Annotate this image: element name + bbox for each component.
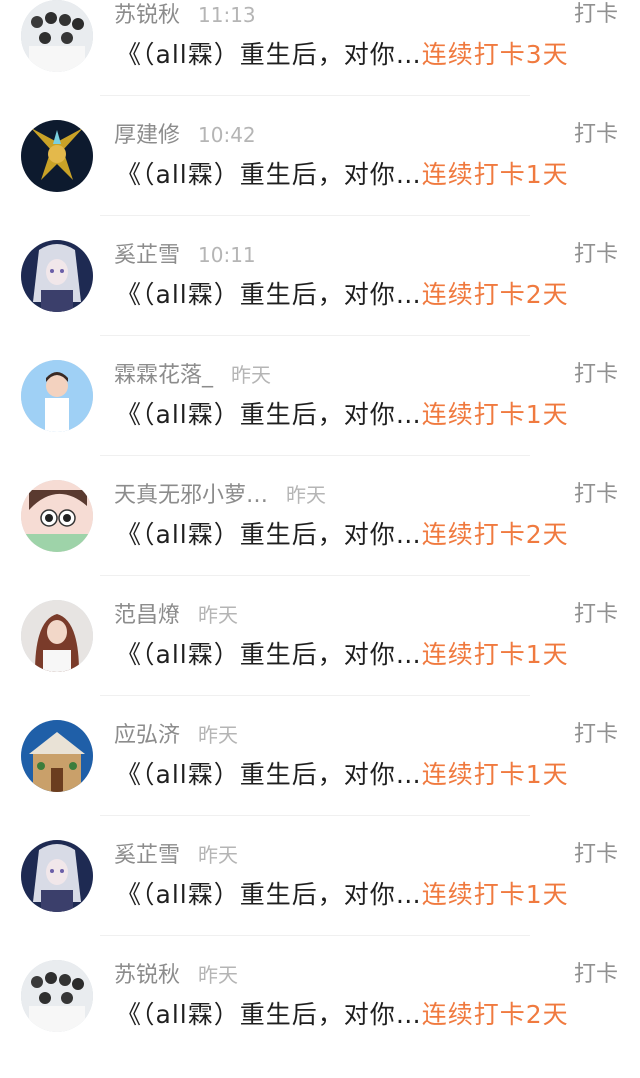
user-name[interactable]: 应弘济 bbox=[114, 723, 180, 748]
book-title[interactable]: 《（all霖）重生后，对你… bbox=[116, 520, 422, 549]
post-time: 昨天 bbox=[198, 603, 239, 627]
user-name[interactable]: 天真无邪小萝… bbox=[114, 483, 268, 508]
user-name[interactable]: 霖霖花落_ bbox=[114, 363, 213, 388]
item-meta: 天真无邪小萝… 昨天 bbox=[114, 480, 326, 510]
book-title[interactable]: 《（all霖）重生后，对你… bbox=[116, 400, 422, 429]
feed-item[interactable]: 奚芷雪 昨天 打卡 《（all霖）重生后，对你…连续打卡1天 bbox=[0, 838, 640, 958]
user-name[interactable]: 范昌燎 bbox=[114, 603, 180, 628]
user-name[interactable]: 奚芷雪 bbox=[114, 843, 180, 868]
divider bbox=[100, 455, 530, 456]
user-name[interactable]: 奚芷雪 bbox=[114, 243, 180, 268]
post-time: 11:13 bbox=[198, 3, 256, 27]
checkin-line[interactable]: 《（all霖）重生后，对你…连续打卡1天 bbox=[116, 878, 620, 912]
streak-text: 连续打卡1天 bbox=[421, 880, 569, 909]
item-meta: 苏锐秋 昨天 bbox=[114, 960, 238, 990]
streak-text: 连续打卡2天 bbox=[421, 1000, 569, 1029]
post-time: 10:11 bbox=[198, 243, 256, 267]
checkin-line[interactable]: 《（all霖）重生后，对你…连续打卡2天 bbox=[116, 518, 620, 552]
divider bbox=[100, 695, 530, 696]
book-title[interactable]: 《（all霖）重生后，对你… bbox=[116, 160, 422, 189]
checkin-tag: 打卡 bbox=[573, 242, 618, 267]
feed-item[interactable]: 范昌燎 昨天 打卡 《（all霖）重生后，对你…连续打卡1天 bbox=[0, 598, 640, 718]
streak-text: 连续打卡3天 bbox=[421, 40, 569, 69]
item-meta: 奚芷雪 昨天 bbox=[114, 840, 238, 870]
feed-item[interactable]: 苏锐秋 昨天 打卡 《（all霖）重生后，对你…连续打卡2天 bbox=[0, 958, 640, 1078]
book-title[interactable]: 《（all霖）重生后，对你… bbox=[116, 640, 422, 669]
book-title[interactable]: 《（all霖）重生后，对你… bbox=[116, 880, 422, 909]
streak-text: 连续打卡1天 bbox=[421, 760, 569, 789]
woman-photo-avatar[interactable] bbox=[21, 600, 93, 672]
post-time: 昨天 bbox=[198, 723, 239, 747]
book-title[interactable]: 《（all霖）重生后，对你… bbox=[116, 1000, 422, 1029]
user-name[interactable]: 苏锐秋 bbox=[114, 963, 180, 988]
checkin-tag: 打卡 bbox=[573, 482, 618, 507]
divider bbox=[100, 215, 530, 216]
gingerbread-house-avatar[interactable] bbox=[21, 720, 93, 792]
checkin-feed: 苏锐秋 11:13 打卡 《（all霖）重生后，对你…连续打卡3天 厚建修 10:4… bbox=[0, 0, 640, 1078]
checkin-tag: 打卡 bbox=[573, 722, 618, 747]
anime-girl-avatar[interactable] bbox=[21, 840, 93, 912]
post-time: 昨天 bbox=[231, 363, 272, 387]
checkin-line[interactable]: 《（all霖）重生后，对你…连续打卡3天 bbox=[116, 38, 620, 72]
user-name[interactable]: 厚建修 bbox=[114, 123, 180, 148]
item-meta: 苏锐秋 11:13 bbox=[114, 0, 256, 30]
item-meta: 厚建修 10:42 bbox=[114, 120, 256, 150]
item-meta: 范昌燎 昨天 bbox=[114, 600, 238, 630]
group-photo-avatar[interactable] bbox=[21, 960, 93, 1032]
fantasy-warrior-avatar[interactable] bbox=[21, 120, 93, 192]
checkin-tag: 打卡 bbox=[573, 842, 618, 867]
feed-item[interactable]: 应弘济 昨天 打卡 《（all霖）重生后，对你…连续打卡1天 bbox=[0, 718, 640, 838]
item-meta: 霖霖花落_ 昨天 bbox=[114, 360, 271, 390]
checkin-tag: 打卡 bbox=[573, 602, 618, 627]
streak-text: 连续打卡1天 bbox=[421, 640, 569, 669]
singer-avatar[interactable] bbox=[21, 360, 93, 432]
book-title[interactable]: 《（all霖）重生后，对你… bbox=[116, 40, 422, 69]
item-meta: 应弘济 昨天 bbox=[114, 720, 238, 750]
checkin-line[interactable]: 《（all霖）重生后，对你…连续打卡2天 bbox=[116, 278, 620, 312]
checkin-line[interactable]: 《（all霖）重生后，对你…连续打卡1天 bbox=[116, 758, 620, 792]
streak-text: 连续打卡2天 bbox=[421, 280, 569, 309]
checkin-tag: 打卡 bbox=[573, 362, 618, 387]
item-meta: 奚芷雪 10:11 bbox=[114, 240, 256, 270]
divider bbox=[100, 575, 530, 576]
feed-item[interactable]: 奚芷雪 10:11 打卡 《（all霖）重生后，对你…连续打卡2天 bbox=[0, 238, 640, 358]
group-photo-avatar[interactable] bbox=[21, 0, 93, 72]
cartoon-face-avatar[interactable] bbox=[21, 480, 93, 552]
checkin-line[interactable]: 《（all霖）重生后，对你…连续打卡1天 bbox=[116, 398, 620, 432]
divider bbox=[100, 95, 530, 96]
book-title[interactable]: 《（all霖）重生后，对你… bbox=[116, 280, 422, 309]
anime-girl-avatar[interactable] bbox=[21, 240, 93, 312]
streak-text: 连续打卡1天 bbox=[421, 160, 569, 189]
post-time: 昨天 bbox=[198, 843, 239, 867]
feed-item[interactable]: 苏锐秋 11:13 打卡 《（all霖）重生后，对你…连续打卡3天 bbox=[0, 0, 640, 118]
divider bbox=[100, 335, 530, 336]
post-time: 昨天 bbox=[198, 963, 239, 987]
feed-item[interactable]: 霖霖花落_ 昨天 打卡 《（all霖）重生后，对你…连续打卡1天 bbox=[0, 358, 640, 478]
feed-item[interactable]: 厚建修 10:42 打卡 《（all霖）重生后，对你…连续打卡1天 bbox=[0, 118, 640, 238]
streak-text: 连续打卡1天 bbox=[421, 400, 569, 429]
checkin-line[interactable]: 《（all霖）重生后，对你…连续打卡1天 bbox=[116, 158, 620, 192]
feed-item[interactable]: 天真无邪小萝… 昨天 打卡 《（all霖）重生后，对你…连续打卡2天 bbox=[0, 478, 640, 598]
checkin-tag: 打卡 bbox=[573, 962, 618, 987]
divider bbox=[100, 935, 530, 936]
streak-text: 连续打卡2天 bbox=[421, 520, 569, 549]
checkin-line[interactable]: 《（all霖）重生后，对你…连续打卡1天 bbox=[116, 638, 620, 672]
book-title[interactable]: 《（all霖）重生后，对你… bbox=[116, 760, 422, 789]
divider bbox=[100, 815, 530, 816]
post-time: 10:42 bbox=[198, 123, 256, 147]
user-name[interactable]: 苏锐秋 bbox=[114, 3, 180, 28]
checkin-tag: 打卡 bbox=[573, 2, 618, 27]
checkin-tag: 打卡 bbox=[573, 122, 618, 147]
post-time: 昨天 bbox=[286, 483, 327, 507]
checkin-line[interactable]: 《（all霖）重生后，对你…连续打卡2天 bbox=[116, 998, 620, 1032]
